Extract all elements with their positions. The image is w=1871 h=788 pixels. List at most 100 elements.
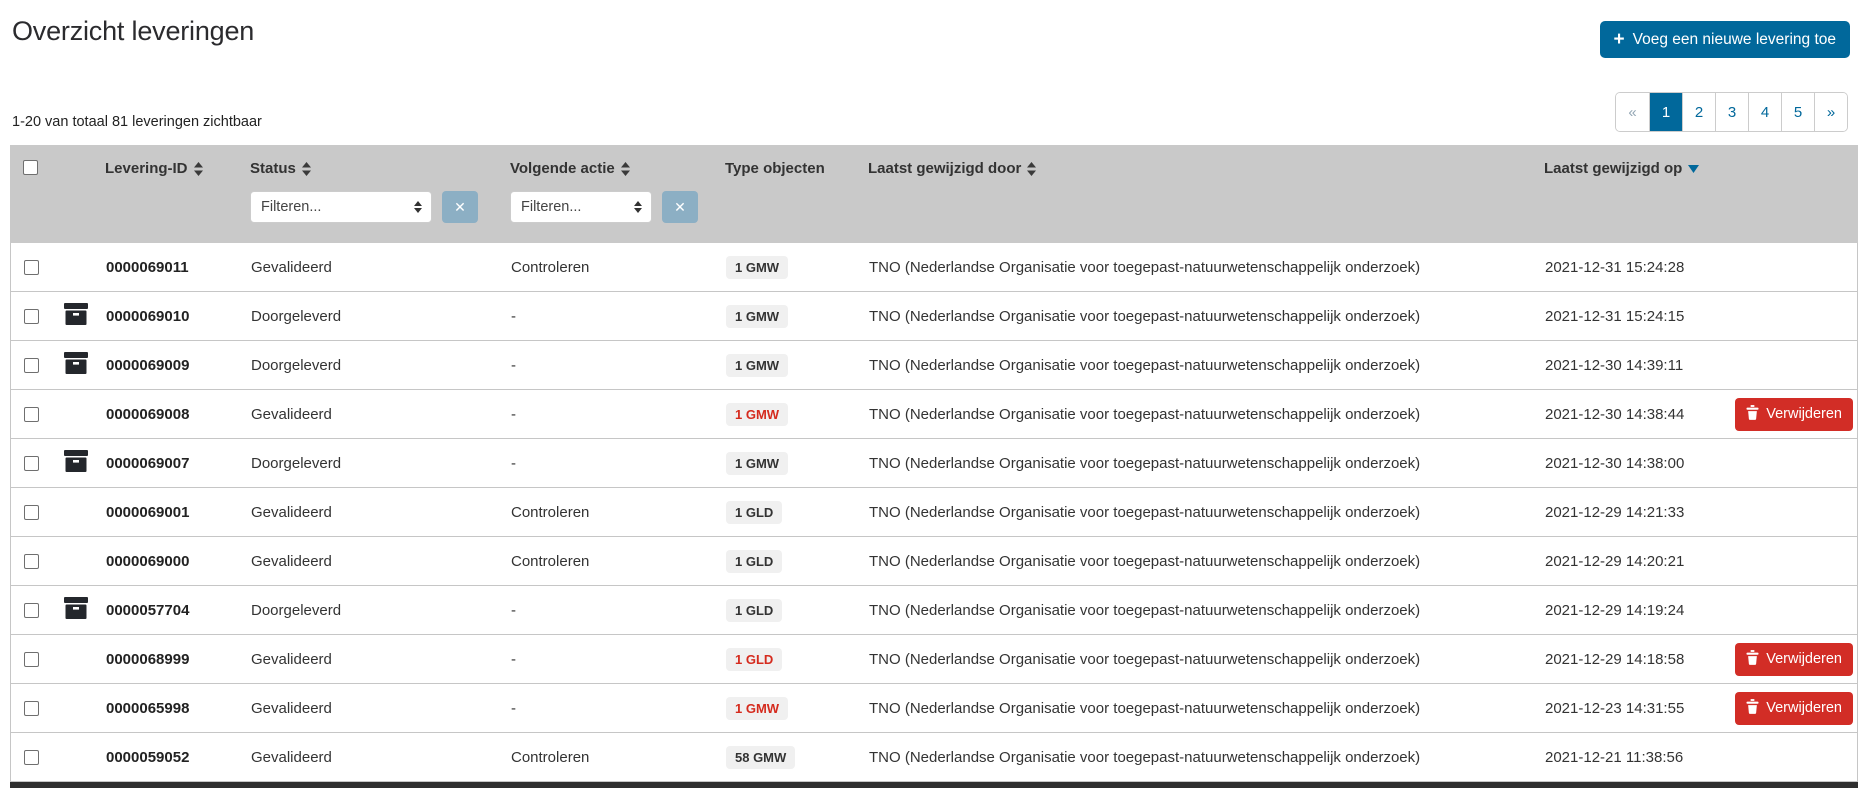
actie-filter-clear-button[interactable]: ✕ [662, 191, 698, 223]
row-checkbox[interactable] [24, 309, 39, 324]
column-header-laatst-gewijzigd-op[interactable]: Laatst gewijzigd op [1540, 160, 1760, 177]
sort-icon [194, 162, 203, 176]
gewijzigd-door-cell: TNO (Nederlandse Organisatie voor toegep… [851, 553, 1541, 570]
volgende-actie-cell: Controleren [511, 504, 726, 521]
volgende-actie-cell: - [511, 308, 726, 325]
type-objecten-badge: 1 GMW [726, 305, 788, 328]
pagination-prev[interactable]: « [1616, 93, 1649, 131]
gewijzigd-door-cell: TNO (Nederlandse Organisatie voor toegep… [851, 651, 1541, 668]
row-checkbox[interactable] [24, 456, 39, 471]
table-row: 0000068999Gevalideerd-1 GLDTNO (Nederlan… [11, 635, 1857, 684]
row-actions-cell: Verwijderen [1761, 398, 1859, 431]
gewijzigd-op-cell: 2021-12-29 14:18:58 [1541, 651, 1761, 668]
gewijzigd-op-cell: 2021-12-30 14:38:00 [1541, 455, 1761, 472]
actie-filter-select[interactable]: Filteren... [510, 191, 652, 223]
row-actions-cell: Verwijderen [1761, 643, 1859, 676]
table-row: 0000069009Doorgeleverd-1 GMWTNO (Nederla… [11, 341, 1857, 390]
gewijzigd-door-cell: TNO (Nederlandse Organisatie voor toegep… [851, 602, 1541, 619]
sort-icon [1027, 162, 1036, 176]
row-icon-cell [51, 450, 96, 476]
type-objecten-badge: 1 GLD [726, 501, 782, 524]
column-header-volgende-actie[interactable]: Volgende actie [510, 160, 725, 177]
status-cell: Gevalideerd [251, 700, 511, 717]
pagination-page-4[interactable]: 4 [1748, 93, 1781, 131]
gewijzigd-op-cell: 2021-12-31 15:24:28 [1541, 259, 1761, 276]
page-title: Overzicht leveringen [12, 16, 254, 47]
pagination-page-1[interactable]: 1 [1649, 93, 1682, 131]
row-checkbox[interactable] [24, 603, 39, 618]
volgende-actie-cell: Controleren [511, 749, 726, 766]
gewijzigd-op-cell: 2021-12-29 14:21:33 [1541, 504, 1761, 521]
volgende-actie-cell: - [511, 602, 726, 619]
gewijzigd-door-cell: TNO (Nederlandse Organisatie voor toegep… [851, 406, 1541, 423]
row-checkbox-cell [11, 750, 51, 765]
row-checkbox[interactable] [24, 652, 39, 667]
column-header-levering-id[interactable]: Levering-ID [95, 160, 250, 177]
row-checkbox-cell [11, 456, 51, 471]
pagination-page-5[interactable]: 5 [1781, 93, 1814, 131]
select-all-checkbox[interactable] [23, 160, 38, 175]
row-checkbox[interactable] [24, 750, 39, 765]
pagination: «12345» [1615, 92, 1848, 132]
status-cell: Doorgeleverd [251, 455, 511, 472]
delete-button[interactable]: Verwijderen [1735, 398, 1853, 431]
gewijzigd-door-cell: TNO (Nederlandse Organisatie voor toegep… [851, 700, 1541, 717]
column-header-status[interactable]: Status [250, 160, 510, 177]
status-cell: Gevalideerd [251, 406, 511, 423]
sort-icon [302, 162, 311, 176]
type-objecten-badge: 58 GMW [726, 746, 795, 769]
levering-id-cell: 0000069001 [96, 504, 251, 521]
table-row: 0000069008Gevalideerd-1 GMW TNO (Nederlan… [11, 390, 1857, 439]
type-objecten-badge: 1 GMW [726, 354, 788, 377]
row-checkbox[interactable] [24, 358, 39, 373]
table-row: 0000059052GevalideerdControleren58 GMWTN… [11, 733, 1857, 782]
gewijzigd-door-cell: TNO (Nederlandse Organisatie voor toegep… [851, 455, 1541, 472]
gewijzigd-op-cell: 2021-12-31 15:24:15 [1541, 308, 1761, 325]
add-delivery-label: Voeg een nieuwe levering toe [1633, 31, 1836, 49]
volgende-actie-cell: - [511, 357, 726, 374]
add-delivery-button[interactable]: + Voeg een nieuwe levering toe [1600, 21, 1851, 58]
type-objecten-cell: 1 GLD [726, 648, 851, 671]
volgende-actie-cell: Controleren [511, 259, 726, 276]
status-cell: Gevalideerd [251, 651, 511, 668]
gewijzigd-door-cell: TNO (Nederlandse Organisatie voor toegep… [851, 259, 1541, 276]
sort-icon [621, 162, 630, 176]
delete-button[interactable]: Verwijderen [1735, 692, 1853, 725]
type-objecten-badge: 1 GMW [726, 403, 788, 426]
status-filter-clear-button[interactable]: ✕ [442, 191, 478, 223]
plus-icon: + [1614, 30, 1625, 49]
row-checkbox[interactable] [24, 407, 39, 422]
levering-id-cell: 0000069000 [96, 553, 251, 570]
type-objecten-cell: 58 GMW [726, 746, 851, 769]
pagination-next[interactable]: » [1814, 93, 1847, 131]
status-cell: Gevalideerd [251, 504, 511, 521]
status-cell: Gevalideerd [251, 259, 511, 276]
gewijzigd-op-cell: 2021-12-29 14:19:24 [1541, 602, 1761, 619]
row-checkbox[interactable] [24, 260, 39, 275]
table-row: 0000069000GevalideerdControleren1 GLDTNO… [11, 537, 1857, 586]
table-row: 0000069001GevalideerdControleren1 GLDTNO… [11, 488, 1857, 537]
levering-id-cell: 0000069007 [96, 455, 251, 472]
volgende-actie-cell: - [511, 651, 726, 668]
delete-button[interactable]: Verwijderen [1735, 643, 1853, 676]
status-cell: Doorgeleverd [251, 308, 511, 325]
levering-id-cell: 0000069011 [96, 259, 251, 276]
row-checkbox[interactable] [24, 554, 39, 569]
volgende-actie-cell: - [511, 455, 726, 472]
row-checkbox-cell [11, 407, 51, 422]
type-objecten-cell: 1 GMW [726, 697, 851, 720]
pagination-page-3[interactable]: 3 [1715, 93, 1748, 131]
column-header-laatst-gewijzigd-door[interactable]: Laatst gewijzigd door [850, 160, 1540, 177]
volgende-actie-cell: - [511, 406, 726, 423]
status-filter-select[interactable]: Filteren... [250, 191, 432, 223]
row-checkbox-cell [11, 309, 51, 324]
levering-id-cell: 0000069010 [96, 308, 251, 325]
gewijzigd-op-cell: 2021-12-29 14:20:21 [1541, 553, 1761, 570]
pagination-page-2[interactable]: 2 [1682, 93, 1715, 131]
row-checkbox[interactable] [24, 701, 39, 716]
type-objecten-cell: 1 GLD [726, 599, 851, 622]
type-objecten-badge: 1 GLD [726, 599, 782, 622]
levering-id-cell: 0000069008 [96, 406, 251, 423]
row-checkbox[interactable] [24, 505, 39, 520]
table-row: 0000069010Doorgeleverd-1 GMWTNO (Nederla… [11, 292, 1857, 341]
